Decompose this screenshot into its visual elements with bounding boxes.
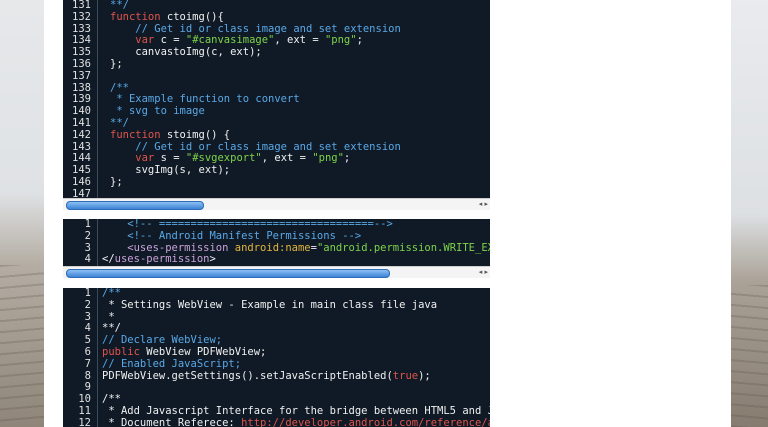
code-token: ;: [356, 34, 363, 47]
code-token: **/: [102, 322, 121, 335]
line-number: 12: [78, 416, 91, 427]
code-token: >: [209, 253, 216, 266]
code-token: **/: [110, 116, 129, 129]
code-token: // Get id or class image and set extensi…: [110, 22, 401, 35]
code-lines: 1 <!-- =================================…: [63, 219, 490, 266]
code-line: 135 canvastoImg(c, ext);: [63, 46, 490, 59]
code-token: var: [110, 34, 155, 47]
horizontal-scrollbar[interactable]: ◂ ▸: [63, 266, 490, 278]
code-token: "#canvasimage": [185, 34, 275, 47]
line-number: 4: [84, 253, 91, 266]
code-token: };: [110, 57, 123, 70]
code-token: * svg to image: [110, 105, 205, 118]
code-text: </uses-permission>: [102, 253, 216, 266]
scrollbar-thumb[interactable]: [66, 269, 390, 278]
code-line: 12 * Document Referece: http://developer…: [63, 416, 490, 427]
code-token: );: [418, 369, 431, 382]
line-number: 147: [72, 187, 91, 198]
code-token: };: [110, 175, 123, 188]
doc-link[interactable]: http://developer.android.com/reference/a…: [241, 417, 490, 427]
code-lines: 131 **/132 function ctoimg(){133 // Get id…: [63, 0, 490, 198]
code-block-xml: 1 <!-- =================================…: [63, 219, 490, 266]
code-text: * Settings WebView - Example in main cla…: [102, 298, 438, 312]
line-number: 136: [72, 57, 91, 70]
code-block-java: 1/** 2 * Settings WebView - Example in ma…: [63, 288, 490, 427]
code-token: function: [110, 128, 161, 141]
code-token: **/: [110, 0, 129, 11]
line-number: 2: [84, 298, 91, 311]
code-token: WebView PDFWebView;: [139, 345, 267, 358]
code-token: uses-permission: [114, 253, 210, 266]
code-token: // Declare WebView;: [102, 334, 223, 347]
scroll-arrows-icon[interactable]: ◂ ▸: [479, 267, 488, 278]
code-text: canvastoImg(c, ext);: [110, 46, 262, 59]
code-token: true: [392, 369, 419, 382]
code-token: * Document Referece:: [102, 416, 242, 427]
line-number: 11: [78, 404, 91, 417]
code-line: 147: [63, 187, 490, 198]
code-token: svgImg(s, ext);: [110, 164, 231, 177]
code-line: 9: [63, 382, 490, 394]
code-token: c =: [154, 34, 186, 47]
code-token: "android.permission.WRITE_EXTERNAL: [316, 241, 490, 254]
code-token: android:name: [234, 241, 311, 254]
code-token: <!-- ==================================-…: [102, 219, 393, 230]
code-token: * Example function to convert: [110, 93, 300, 106]
horizontal-scrollbar[interactable]: ◂ ▸: [63, 198, 490, 210]
code-line: 136};: [63, 57, 490, 71]
code-line: 4 </uses-permission>: [63, 253, 490, 266]
code-token: <!-- Android Manifest Permissions -->: [102, 229, 362, 242]
code-token: s =: [154, 152, 186, 165]
code-token: stoimg() {: [160, 128, 231, 141]
code-token: "#svgexport": [185, 152, 262, 165]
code-token: * Settings WebView - Example in main cla…: [102, 298, 438, 311]
code-text: };: [110, 175, 123, 189]
code-token: *: [102, 310, 115, 323]
line-number: 6: [84, 345, 91, 358]
line-number: 2: [84, 229, 91, 242]
code-token: var: [110, 152, 155, 165]
code-token: ;: [343, 152, 351, 165]
line-number: 132: [72, 10, 91, 23]
code-text: PDFWebView.getSettings().setJavaScriptEn…: [102, 369, 431, 383]
code-token: ctoimg(){: [160, 10, 224, 23]
code-text: * Document Referece: http://developer.an…: [102, 416, 490, 427]
code-text: };: [110, 57, 123, 71]
line-number: 7: [84, 357, 91, 370]
code-block-javascript: 131 **/132 function ctoimg(){133 // Get id…: [63, 0, 490, 198]
code-token: </: [102, 253, 115, 266]
code-token: /**: [110, 81, 129, 94]
line-number: 142: [72, 128, 91, 141]
code-lines: 1/** 2 * Settings WebView - Example in ma…: [63, 288, 490, 427]
code-token: PDFWebView.getSettings().setJavaScriptEn…: [102, 369, 393, 382]
code-token: canvastoImg(c, ext);: [110, 46, 262, 59]
code-line: 145 svgImg(s, ext);: [63, 164, 490, 177]
code-text: svgImg(s, ext);: [110, 164, 231, 177]
scrollbar-thumb[interactable]: [66, 201, 204, 210]
code-token: // Enabled JavaScript;: [102, 357, 242, 370]
code-token: <uses-permission: [102, 241, 235, 254]
line-number: 137: [72, 69, 91, 82]
background-right-scenery: [731, 0, 768, 427]
code-token: "png": [324, 34, 357, 47]
scroll-arrows-icon[interactable]: ◂ ▸: [479, 199, 488, 210]
code-line: 2 * Settings WebView - Example in main c…: [63, 298, 490, 312]
code-token: /**: [102, 288, 121, 299]
code-line: 3 *: [63, 310, 490, 324]
code-token: // Get id or class image and set extensi…: [110, 140, 401, 153]
line-number: 146: [72, 175, 91, 188]
code-token: public: [102, 345, 140, 358]
code-token: , ext =: [274, 34, 325, 47]
code-token: /**: [102, 393, 121, 406]
code-line: 8 PDFWebView.getSettings().setJavaScriptE…: [63, 369, 490, 383]
code-line: 146};: [63, 175, 490, 189]
code-token: , ext =: [261, 152, 313, 165]
line-number: 141: [72, 116, 91, 129]
background-left-scenery: [0, 0, 44, 427]
code-token: "png": [312, 152, 344, 165]
code-token: function: [110, 10, 161, 23]
code-token: * Add Javascript Interface for the bridg…: [102, 404, 490, 417]
